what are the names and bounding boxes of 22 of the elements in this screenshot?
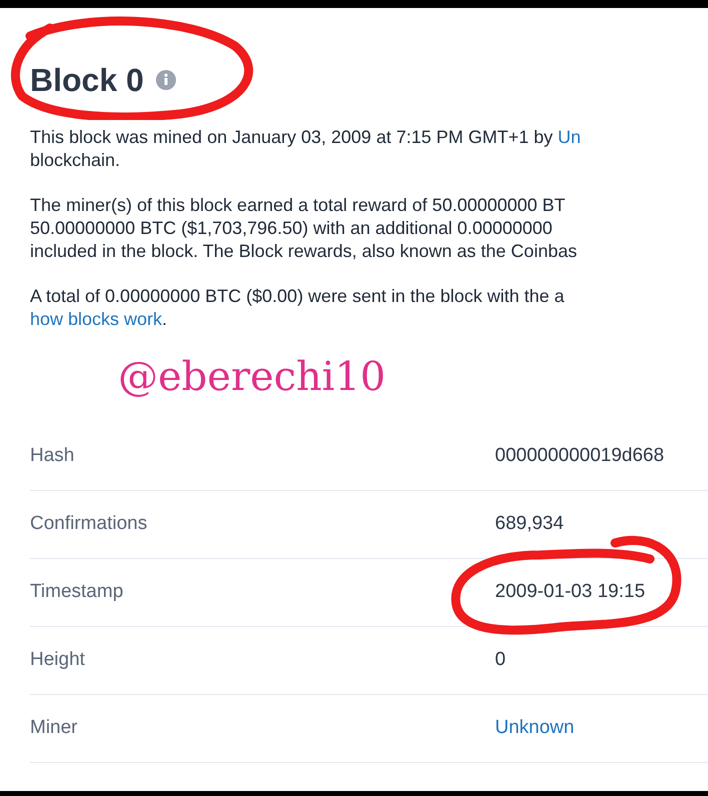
paragraph-line: A total of 0.00000000 BTC ($0.00) were sent in the block with the a: [30, 286, 564, 306]
page-title: Block 0: [30, 61, 144, 100]
detail-value: 689,934: [495, 513, 564, 534]
detail-link[interactable]: Unknown: [495, 717, 574, 738]
handwritten-annotation: @eberechi10: [118, 353, 386, 402]
detail-label: Hash: [30, 444, 76, 468]
detail-value: 000000000019d668: [495, 445, 664, 466]
paragraph-line: blockchain.: [30, 150, 120, 170]
paragraph-line: .: [162, 309, 168, 329]
paragraph-line: This block was mined on January 03, 2009 at 7:15 PM GMT+1 by: [30, 127, 554, 147]
text-link[interactable]: how blocks work: [30, 309, 162, 329]
info-icon: [156, 70, 176, 90]
detail-label: Miner: [30, 716, 79, 740]
detail-value: 2009-01-03 19:15: [495, 581, 646, 602]
detail-label: Height: [30, 648, 86, 672]
detail-label: Confirmations: [30, 512, 148, 536]
paragraph-line: included in the block. The Block rewards, also known as the Coinbas: [30, 241, 577, 261]
detail-label: Timestamp: [30, 580, 124, 604]
paragraph-line: 50.00000000 BTC ($1,703,796.50) with an additional 0.00000000: [30, 218, 552, 238]
text-link[interactable]: Un: [558, 127, 581, 147]
detail-value: 0: [495, 649, 506, 670]
paragraph-line: The miner(s) of this block earned a total reward of 50.00000000 BT: [30, 195, 566, 215]
